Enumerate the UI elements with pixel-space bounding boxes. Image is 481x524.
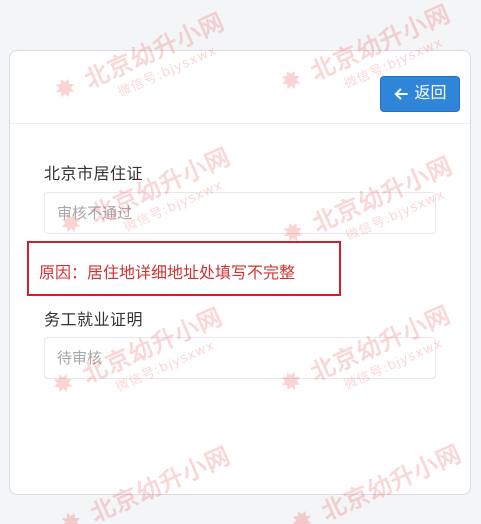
back-button[interactable]: 返回 [380,76,460,112]
document-review-card: 返回 北京市居住证 审核不通过 原因：居住地详细地址处填写不完整 务工就业证明 … [9,50,471,495]
arrow-left-icon [393,86,409,102]
rejection-reason-box: 原因：居住地详细地址处填写不完整 [27,241,341,296]
employment-certificate-label: 务工就业证明 [44,310,144,329]
star-icon: ✸ [286,503,319,524]
page: 返回 北京市居住证 审核不通过 原因：居住地详细地址处填写不完整 务工就业证明 … [0,0,481,524]
card-header: 返回 [10,51,470,124]
star-icon: ✸ [55,505,88,524]
employment-certificate-status-field: 待审核 [44,337,436,379]
rejection-reason-text: 原因：居住地详细地址处填写不完整 [39,263,296,282]
back-button-label: 返回 [414,85,447,102]
residence-permit-label: 北京市居住证 [44,164,144,183]
residence-permit-status-field: 审核不通过 [44,192,436,234]
